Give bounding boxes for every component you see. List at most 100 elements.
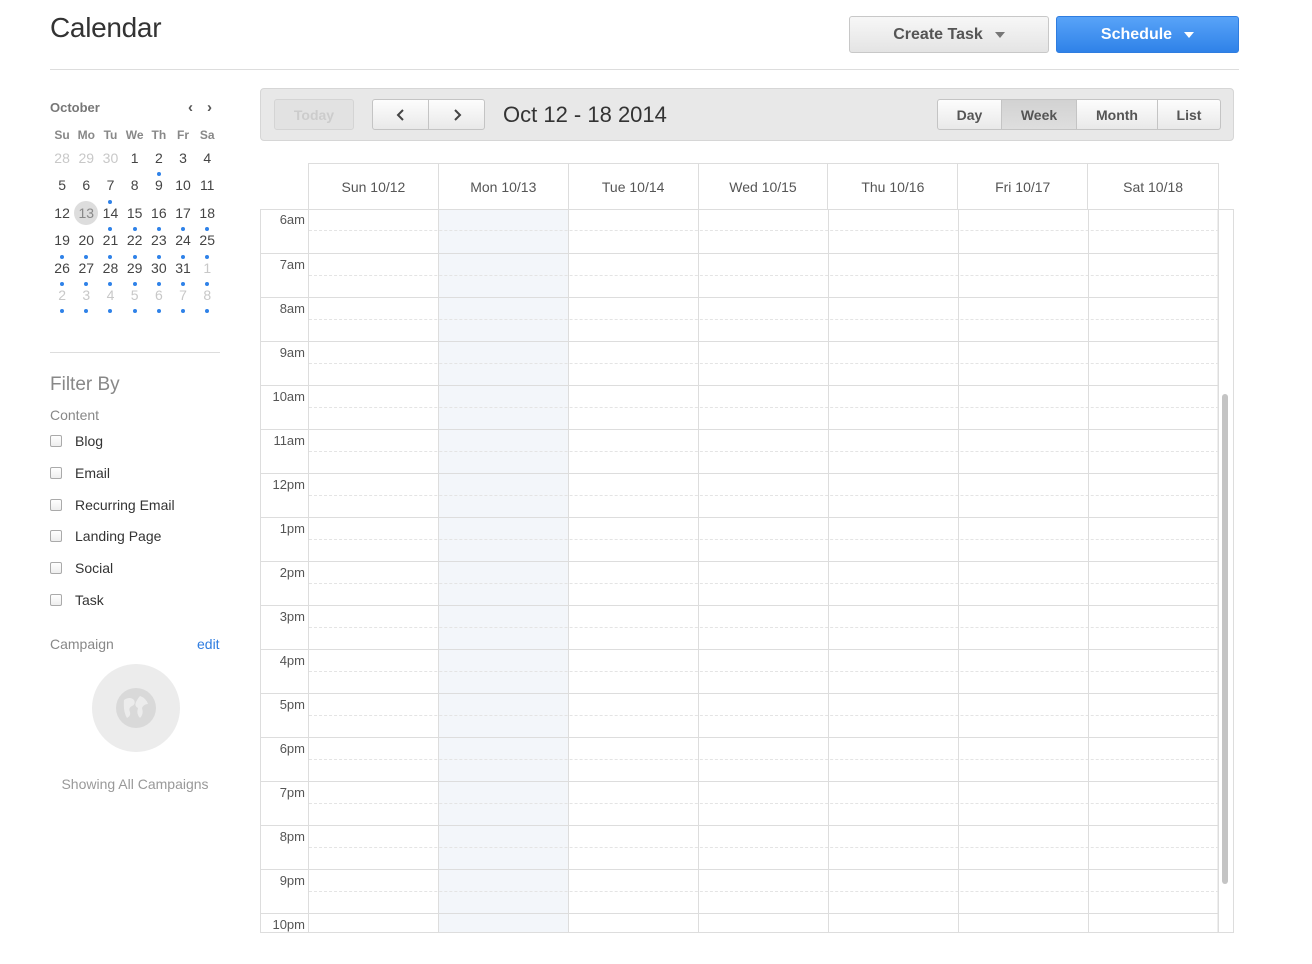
next-week-button[interactable] bbox=[428, 99, 485, 130]
hour-label: 5pm bbox=[279, 697, 305, 712]
half-hour-line bbox=[309, 671, 1219, 672]
today-button[interactable]: Today bbox=[274, 99, 354, 130]
mini-calendar-day[interactable]: 21 bbox=[98, 228, 122, 259]
checkbox[interactable] bbox=[50, 530, 62, 543]
mini-calendar-day[interactable]: 9 bbox=[147, 173, 171, 200]
mini-calendar-day[interactable]: 14 bbox=[98, 201, 122, 232]
event-dot bbox=[205, 309, 210, 314]
mini-calendar-day[interactable]: 2 bbox=[50, 283, 74, 314]
view-month-button[interactable]: Month bbox=[1076, 99, 1158, 130]
half-hour-line bbox=[309, 847, 1219, 848]
mini-calendar-day[interactable]: 30 bbox=[98, 146, 122, 173]
mini-calendar-day[interactable]: 6 bbox=[74, 173, 98, 200]
mini-calendar-day[interactable]: 29 bbox=[74, 146, 98, 173]
mini-calendar-day[interactable]: 17 bbox=[171, 201, 195, 232]
schedule-button[interactable]: Schedule bbox=[1056, 16, 1239, 53]
mini-calendar-day[interactable]: 19 bbox=[50, 228, 74, 259]
day-number: 25 bbox=[199, 232, 215, 249]
hour-row: 4pm bbox=[261, 649, 1219, 693]
campaign-status: Showing All Campaigns bbox=[61, 776, 209, 792]
mini-calendar-day[interactable]: 18 bbox=[195, 201, 219, 232]
mini-calendar-day[interactable]: 30 bbox=[147, 256, 171, 286]
mini-calendar-day[interactable]: 22 bbox=[123, 228, 147, 259]
mini-calendar-day[interactable]: 4 bbox=[98, 283, 122, 314]
mini-calendar-day[interactable]: 7 bbox=[171, 283, 195, 314]
view-day-button[interactable]: Day bbox=[937, 99, 1002, 130]
checkbox[interactable] bbox=[50, 562, 62, 575]
filter-email[interactable]: Email bbox=[50, 465, 110, 481]
weekday-label: We bbox=[125, 128, 144, 142]
mini-calendar-day[interactable]: 28 bbox=[98, 256, 122, 286]
mini-calendar-day[interactable]: 27 bbox=[74, 256, 98, 286]
filter-task[interactable]: Task bbox=[50, 592, 104, 608]
day-number: 29 bbox=[126, 259, 143, 276]
mini-calendar-day[interactable]: 4 bbox=[195, 146, 219, 173]
mini-calendar-day[interactable]: 12 bbox=[50, 201, 74, 228]
prev-week-button[interactable] bbox=[372, 99, 429, 130]
day-number: 4 bbox=[106, 286, 115, 303]
campaign-label: Campaign bbox=[50, 636, 114, 652]
mini-calendar-day[interactable]: 23 bbox=[147, 228, 171, 259]
hour-label: 2pm bbox=[279, 565, 305, 580]
day-number: 16 bbox=[151, 204, 167, 221]
mini-calendar-day[interactable]: 10 bbox=[171, 173, 195, 200]
checkbox[interactable] bbox=[50, 435, 62, 447]
mini-calendar-day[interactable]: 2 bbox=[147, 146, 171, 177]
mini-calendar-day[interactable]: 25 bbox=[195, 228, 219, 259]
chevron-left-icon[interactable]: ‹ bbox=[188, 99, 193, 116]
mini-calendar-day[interactable]: 3 bbox=[74, 283, 98, 314]
mini-calendar-day[interactable]: 6 bbox=[147, 283, 171, 314]
content-label: Content bbox=[50, 407, 100, 423]
view-week-button[interactable]: Week bbox=[1001, 99, 1077, 130]
mini-calendar-week: 19 20 21 22 23 24 25 bbox=[50, 228, 220, 259]
filter-recurring-email[interactable]: Recurring Email bbox=[50, 497, 175, 513]
campaign-edit-link[interactable]: edit bbox=[197, 636, 220, 652]
filter-blog[interactable]: Blog bbox=[50, 433, 103, 449]
checkbox[interactable] bbox=[50, 466, 62, 479]
globe-icon bbox=[92, 664, 180, 752]
half-hour-line bbox=[309, 539, 1219, 540]
mini-calendar-day[interactable]: 8 bbox=[195, 283, 219, 314]
scrollbar[interactable] bbox=[1217, 210, 1233, 932]
mini-calendar-day[interactable]: 1 bbox=[195, 256, 219, 286]
mini-calendar-day[interactable]: 24 bbox=[171, 228, 195, 259]
mini-calendar-day[interactable]: 11 bbox=[195, 173, 219, 200]
view-list-button[interactable]: List bbox=[1157, 99, 1221, 130]
sidebar-divider bbox=[50, 352, 220, 353]
day-number: 26 bbox=[54, 259, 70, 276]
mini-calendar-day[interactable]: 1 bbox=[123, 146, 147, 173]
filter-label: Email bbox=[75, 464, 111, 481]
weekday-label: Su bbox=[54, 128, 70, 142]
checkbox[interactable] bbox=[50, 594, 62, 606]
hour-row: 7am bbox=[261, 253, 1219, 297]
checkbox[interactable] bbox=[50, 498, 62, 511]
filter-label: Task bbox=[75, 592, 104, 608]
mini-calendar-day[interactable]: 16 bbox=[147, 201, 171, 232]
day-header: Sat 10/18 bbox=[1123, 178, 1184, 195]
filter-landing-page[interactable]: Landing Page bbox=[50, 528, 161, 544]
scrollbar-thumb[interactable] bbox=[1222, 394, 1228, 884]
mini-calendar-day[interactable]: 28 bbox=[50, 146, 74, 173]
week-grid[interactable]: 6am 7am 8am 9am 10am 11am 12pm 1pm 2pm 3pm 4pm 5pm 6… bbox=[260, 209, 1234, 933]
chevron-left-icon bbox=[396, 108, 404, 121]
chevron-right-icon[interactable]: › bbox=[207, 99, 212, 116]
mini-calendar-day[interactable]: 26 bbox=[50, 256, 74, 286]
mini-calendar-day[interactable]: 8 bbox=[123, 173, 147, 200]
mini-calendar-day[interactable]: 3 bbox=[171, 146, 195, 173]
filter-social[interactable]: Social bbox=[50, 560, 113, 576]
mini-calendar-day[interactable]: 15 bbox=[123, 201, 147, 232]
mini-calendar-day[interactable]: 29 bbox=[123, 256, 147, 286]
mini-calendar-day[interactable]: 13 bbox=[74, 200, 99, 228]
day-number: 10 bbox=[175, 177, 191, 194]
mini-calendar-day[interactable]: 31 bbox=[171, 256, 195, 286]
event-dot bbox=[156, 309, 161, 314]
mini-calendar-day[interactable]: 7 bbox=[98, 173, 122, 204]
mini-calendar-day[interactable]: 5 bbox=[123, 283, 147, 314]
filter-label: Social bbox=[75, 560, 114, 577]
create-task-button[interactable]: Create Task bbox=[849, 16, 1049, 53]
mini-calendar-day[interactable]: 20 bbox=[74, 228, 98, 259]
day-number: 8 bbox=[130, 177, 139, 194]
day-header: Thu 10/16 bbox=[828, 164, 959, 209]
day-number: 23 bbox=[151, 232, 167, 249]
mini-calendar-day[interactable]: 5 bbox=[50, 173, 74, 200]
